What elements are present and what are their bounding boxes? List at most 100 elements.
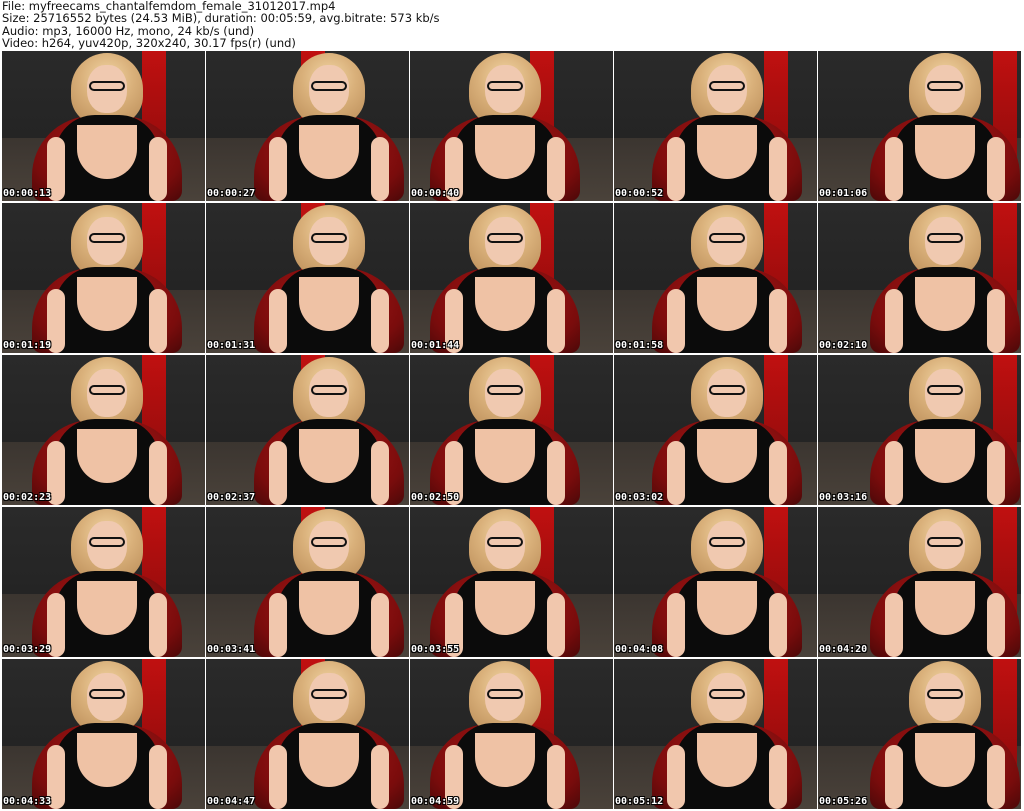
arm-right <box>371 745 389 809</box>
arm-right <box>149 289 167 353</box>
video-thumbnail: 00:04:08 <box>614 507 817 657</box>
glasses <box>311 537 347 547</box>
arm-left <box>269 441 287 505</box>
arm-right <box>149 593 167 657</box>
file-size-line: Size: 25716552 bytes (24.53 MiB), durati… <box>2 11 440 26</box>
glasses <box>89 81 125 91</box>
glasses <box>927 689 963 699</box>
person-figure <box>445 203 565 353</box>
glasses <box>89 233 125 243</box>
video-thumbnail: 00:01:44 <box>410 203 613 353</box>
person-figure <box>269 203 389 353</box>
arm-right <box>547 441 565 505</box>
person-figure <box>667 355 787 505</box>
arm-right <box>769 745 787 809</box>
person-figure <box>667 51 787 201</box>
glasses <box>927 233 963 243</box>
thumbnail-timestamp: 00:02:10 <box>819 340 868 351</box>
thumbnail-grid: 00:00:13 00:00:27 00:00:40 00:00:52 00:01:06… <box>2 51 1022 811</box>
arm-left <box>269 289 287 353</box>
glasses <box>89 537 125 547</box>
arm-left <box>667 441 685 505</box>
person-figure <box>269 507 389 657</box>
video-thumbnail: 00:03:29 <box>2 507 205 657</box>
person-figure <box>885 203 1005 353</box>
video-thumbnail: 00:01:19 <box>2 203 205 353</box>
video-thumbnail: 00:04:59 <box>410 659 613 809</box>
glasses <box>89 689 125 699</box>
person-figure <box>47 659 167 809</box>
thumbnail-timestamp: 00:04:33 <box>3 796 52 807</box>
thumbnail-timestamp: 00:02:37 <box>207 492 256 503</box>
glasses <box>311 385 347 395</box>
glasses <box>487 537 523 547</box>
arm-right <box>371 289 389 353</box>
arm-right <box>987 289 1005 353</box>
glasses <box>487 385 523 395</box>
arm-left <box>667 289 685 353</box>
person-figure <box>885 507 1005 657</box>
arm-left <box>269 593 287 657</box>
person-figure <box>667 507 787 657</box>
person-figure <box>269 51 389 201</box>
arm-right <box>371 593 389 657</box>
person-figure <box>667 203 787 353</box>
video-thumbnail: 00:03:16 <box>818 355 1021 505</box>
arm-left <box>885 593 903 657</box>
thumbnail-timestamp: 00:05:12 <box>615 796 664 807</box>
arm-right <box>987 137 1005 201</box>
arm-right <box>149 441 167 505</box>
arm-right <box>371 441 389 505</box>
thumbnail-timestamp: 00:00:52 <box>615 188 664 199</box>
glasses <box>487 689 523 699</box>
arm-right <box>547 745 565 809</box>
arm-right <box>769 137 787 201</box>
arm-right <box>987 593 1005 657</box>
thumbnail-timestamp: 00:01:31 <box>207 340 256 351</box>
glasses <box>311 233 347 243</box>
person-figure <box>885 51 1005 201</box>
thumbnail-timestamp: 00:03:29 <box>3 644 52 655</box>
glasses <box>927 81 963 91</box>
thumbnail-timestamp: 00:02:50 <box>411 492 460 503</box>
person-figure <box>445 507 565 657</box>
glasses <box>709 233 745 243</box>
thumbnail-timestamp: 00:04:47 <box>207 796 256 807</box>
video-thumbnail: 00:03:41 <box>206 507 409 657</box>
arm-right <box>547 289 565 353</box>
arm-right <box>987 441 1005 505</box>
video-thumbnail: 00:00:13 <box>2 51 205 201</box>
glasses <box>927 537 963 547</box>
video-thumbnail: 00:01:31 <box>206 203 409 353</box>
glasses <box>311 81 347 91</box>
video-thumbnail: 00:04:33 <box>2 659 205 809</box>
arm-left <box>885 745 903 809</box>
person-figure <box>445 51 565 201</box>
video-thumbnail: 00:00:40 <box>410 51 613 201</box>
glasses <box>89 385 125 395</box>
video-thumbnail: 00:02:37 <box>206 355 409 505</box>
video-thumbnail: 00:02:23 <box>2 355 205 505</box>
glasses <box>709 385 745 395</box>
thumbnail-timestamp: 00:01:06 <box>819 188 868 199</box>
arm-right <box>987 745 1005 809</box>
thumbnail-timestamp: 00:04:20 <box>819 644 868 655</box>
arm-left <box>667 137 685 201</box>
thumbnail-timestamp: 00:00:40 <box>411 188 460 199</box>
video-thumbnail: 00:00:27 <box>206 51 409 201</box>
arm-right <box>769 593 787 657</box>
person-figure <box>667 659 787 809</box>
video-info-line: Video: h264, yuv420p, 320x240, 30.17 fps… <box>2 35 296 50</box>
person-figure <box>47 51 167 201</box>
person-figure <box>47 507 167 657</box>
glasses <box>709 81 745 91</box>
thumbnail-timestamp: 00:03:02 <box>615 492 664 503</box>
thumbnail-timestamp: 00:02:23 <box>3 492 52 503</box>
thumbnail-timestamp: 00:03:55 <box>411 644 460 655</box>
person-figure <box>445 355 565 505</box>
arm-right <box>769 289 787 353</box>
arm-left <box>885 289 903 353</box>
glasses <box>487 233 523 243</box>
video-thumbnail: 00:04:20 <box>818 507 1021 657</box>
thumbnail-timestamp: 00:05:26 <box>819 796 868 807</box>
